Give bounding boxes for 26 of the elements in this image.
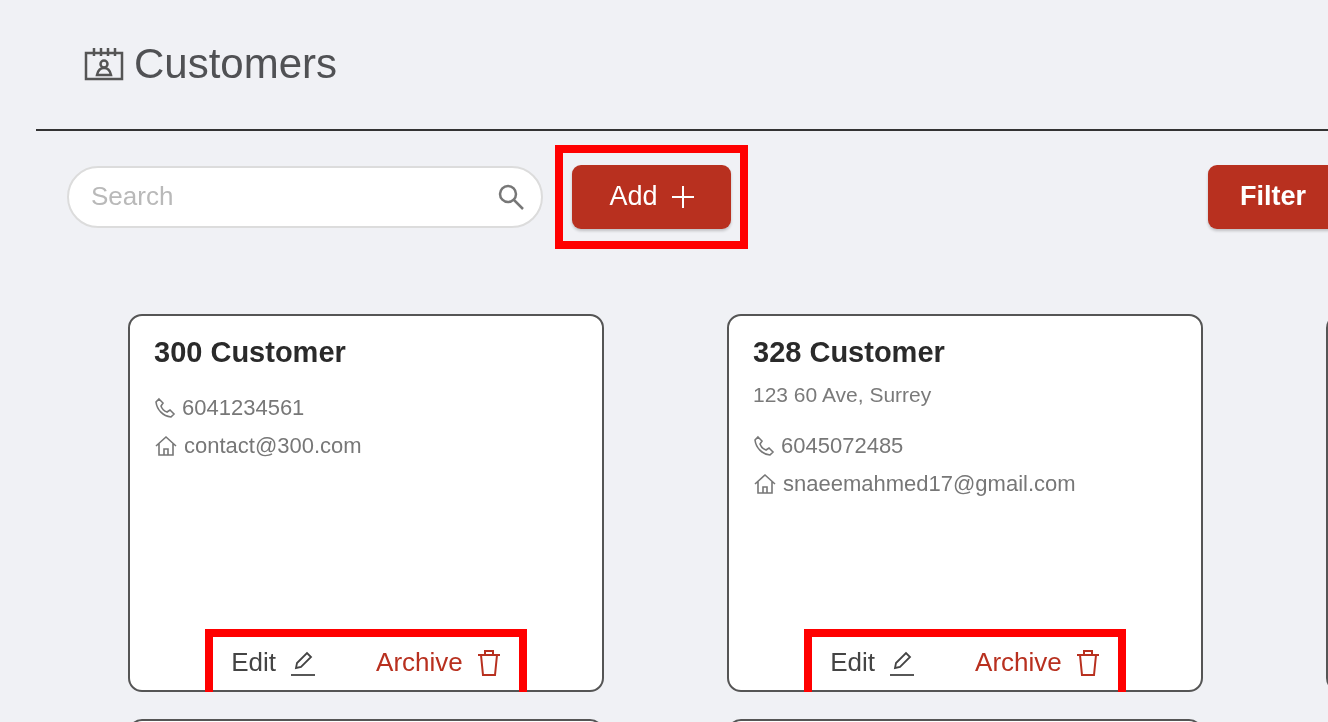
edit-button[interactable]: Edit bbox=[830, 647, 916, 678]
pencil-icon bbox=[290, 649, 317, 676]
add-button[interactable]: Add bbox=[572, 164, 731, 229]
filter-button[interactable]: Filter bbox=[1208, 164, 1328, 229]
plus-icon bbox=[671, 185, 694, 208]
customer-address: 123 60 Ave, Surrey bbox=[753, 383, 933, 407]
phone-number: 6041234561 bbox=[182, 395, 305, 421]
customer-name: 328 Customer bbox=[753, 336, 946, 369]
archive-button[interactable]: Archive bbox=[376, 647, 501, 678]
house-icon bbox=[753, 473, 777, 495]
phone-icon bbox=[154, 397, 176, 419]
trash-icon bbox=[1075, 649, 1100, 676]
pencil-icon bbox=[889, 649, 916, 676]
page-title: Customers bbox=[134, 40, 338, 88]
search-icon bbox=[497, 182, 525, 211]
edit-button[interactable]: Edit bbox=[231, 647, 317, 678]
house-icon bbox=[154, 435, 178, 457]
archive-button[interactable]: Archive bbox=[975, 647, 1100, 678]
search-field[interactable]: Search bbox=[67, 165, 543, 228]
customer-name: 300 Customer bbox=[154, 336, 347, 369]
trash-icon bbox=[476, 649, 501, 676]
phone-number: 6045072485 bbox=[781, 433, 904, 459]
customer-email: snaeemahmed17@gmail.com bbox=[783, 471, 1076, 497]
calendar-person-icon bbox=[84, 47, 124, 81]
customer-email: contact@300.com bbox=[184, 433, 362, 459]
phone-icon bbox=[753, 435, 775, 457]
